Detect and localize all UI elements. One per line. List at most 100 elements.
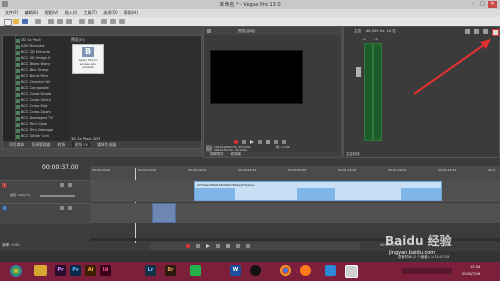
- word-app-icon[interactable]: W: [230, 265, 241, 276]
- fx-item[interactable]: BCC Burnt Film: [21, 74, 48, 79]
- fx-item[interactable]: BCC Blobs Warp: [21, 62, 50, 67]
- preview-settings-icon[interactable]: [207, 29, 211, 33]
- solo-icon[interactable]: [68, 206, 72, 210]
- render-icon[interactable]: [35, 19, 41, 24]
- small-clip[interactable]: [152, 203, 176, 223]
- preview-quality-select[interactable]: 预览(自动): [238, 29, 255, 34]
- play-icon[interactable]: [206, 244, 210, 248]
- bridge-app-icon[interactable]: Br: [165, 265, 176, 276]
- save-icon[interactable]: [22, 19, 28, 24]
- copy-icon[interactable]: [57, 19, 63, 24]
- level-slider[interactable]: [40, 195, 75, 197]
- fx-item[interactable]: BCC Film Damage: [21, 128, 53, 133]
- browser-app-icon[interactable]: [300, 265, 311, 276]
- illustrator-app-icon[interactable]: Ai: [85, 265, 96, 276]
- edit-tool-icon[interactable]: [101, 19, 107, 24]
- pause-icon[interactable]: [216, 244, 220, 248]
- loop-icon[interactable]: [242, 140, 246, 144]
- new-project-icon[interactable]: [4, 19, 12, 26]
- clock-time[interactable]: 12:34: [470, 265, 480, 269]
- pause-icon[interactable]: [258, 140, 262, 144]
- fx-item[interactable]: BCC Cross Dissol: [21, 92, 51, 97]
- explorer-app[interactable]: [34, 265, 47, 276]
- fx-item[interactable]: BCC Blur Sharp: [21, 68, 48, 73]
- menu-edit[interactable]: 编辑(E): [25, 9, 39, 17]
- menu-options[interactable]: 选项(O): [103, 9, 117, 17]
- go-start-icon[interactable]: [274, 140, 278, 144]
- fx-item[interactable]: BCC Checker Wi: [21, 80, 50, 85]
- fx-item[interactable]: 3D Sx Pack: [21, 38, 41, 43]
- stop-icon[interactable]: [226, 244, 230, 248]
- track-lane-2[interactable]: [90, 203, 500, 223]
- paste-icon[interactable]: [66, 19, 72, 24]
- fx-item[interactable]: BCC Cross Zoom: [21, 110, 51, 115]
- undo-icon[interactable]: [79, 19, 85, 24]
- go-end-icon[interactable]: [282, 140, 286, 144]
- ruler[interactable]: 00:00:00;00 00:00:15;00 00:00:29;29 00:0…: [90, 166, 500, 181]
- close-button[interactable]: ✕: [488, 1, 497, 8]
- mixer-menu-icon[interactable]: [492, 29, 499, 36]
- fx-item[interactable]: BCC Glitter Cell: [21, 134, 49, 139]
- record-icon[interactable]: [186, 244, 190, 248]
- app-icon[interactable]: [325, 265, 336, 276]
- premiere-app-icon[interactable]: Pr: [55, 265, 66, 276]
- mixer-layout-icon[interactable]: [465, 29, 470, 34]
- selection-tool-icon[interactable]: [119, 19, 125, 24]
- chrome-app-icon[interactable]: [280, 265, 291, 276]
- menu-view[interactable]: 视图(V): [45, 9, 59, 17]
- track-header-2[interactable]: 2: [0, 203, 90, 224]
- menu-help[interactable]: 帮助(H): [124, 9, 138, 17]
- fx-item[interactable]: BCC Cross Glitch: [21, 98, 51, 103]
- tab-project-media[interactable]: 项目媒体: [9, 142, 24, 147]
- loop-icon[interactable]: [196, 244, 200, 248]
- tab-video-fx[interactable]: 视频 FX: [72, 142, 91, 147]
- fx-item[interactable]: BCC 3D Extrude: [21, 50, 50, 55]
- vegas-app-icon[interactable]: [345, 265, 358, 278]
- mute-icon[interactable]: [60, 206, 64, 210]
- indesign-app-icon[interactable]: Id: [100, 265, 111, 276]
- tab-media-generators[interactable]: 媒体生成器: [97, 142, 116, 147]
- minimize-button[interactable]: –: [468, 1, 477, 8]
- fx-icon: [16, 111, 20, 115]
- tab-trimmer[interactable]: 修剪器: [231, 152, 241, 156]
- track-lane-1[interactable]: 2272aec6f44138cfa6b780aed53e2ecc: [90, 180, 500, 202]
- tab-transitions[interactable]: 转场: [58, 142, 66, 147]
- solo-icon[interactable]: [68, 183, 72, 187]
- track-header-1[interactable]: 1 级别: 100.0 %: [0, 180, 90, 203]
- fx-item[interactable]: AAV Manuals: [21, 44, 44, 49]
- envelope-tool-icon[interactable]: [110, 19, 116, 24]
- start-button[interactable]: [10, 265, 22, 277]
- photoshop-app-icon[interactable]: Ps: [70, 265, 81, 276]
- wechat-app-icon[interactable]: [190, 265, 201, 276]
- stop-icon[interactable]: [266, 140, 270, 144]
- tab-video-preview[interactable]: 视频预览: [210, 152, 224, 156]
- menu-insert[interactable]: 插入(I): [65, 9, 77, 17]
- maximize-button[interactable]: □: [478, 1, 487, 8]
- clock-date[interactable]: 2020/7/16: [462, 272, 480, 276]
- fx-item[interactable]: BCC Cross Mat: [21, 104, 47, 109]
- lightroom-app-icon[interactable]: Lr: [145, 265, 156, 276]
- preset-thumbnail[interactable]: B Apply this to access ALL presets: [72, 44, 104, 74]
- menu-file[interactable]: 文件(F): [5, 9, 18, 17]
- video-clip[interactable]: 2272aec6f44138cfa6b780aed53e2ecc: [194, 181, 442, 201]
- fx-item[interactable]: BCC Composite: [21, 86, 49, 91]
- tab-explorer[interactable]: 资源管理器: [31, 142, 50, 147]
- fx-item[interactable]: BCC Damaged TV: [21, 116, 53, 121]
- menu-tools[interactable]: 工具(T): [83, 9, 97, 17]
- go-end-icon[interactable]: [246, 244, 250, 248]
- fx-item[interactable]: BCC Film Glow: [21, 122, 47, 127]
- redo-icon[interactable]: [88, 19, 94, 24]
- mixer-insert-icon[interactable]: [474, 29, 479, 34]
- open-icon[interactable]: [13, 19, 19, 24]
- fx-list[interactable]: 3D Sx Pack AAV Manuals BCC 3D Extrude BC…: [15, 36, 67, 142]
- record-icon[interactable]: [234, 140, 238, 144]
- mute-icon[interactable]: [60, 183, 64, 187]
- play-icon[interactable]: [250, 140, 254, 144]
- mixer-properties-icon[interactable]: [483, 29, 488, 34]
- fx-item[interactable]: BCC 3D Image S: [21, 56, 50, 61]
- volume-fader[interactable]: [356, 67, 361, 77]
- qq-app-icon[interactable]: [250, 265, 261, 276]
- tray-icons[interactable]: [402, 268, 452, 274]
- go-start-icon[interactable]: [236, 244, 240, 248]
- cut-icon[interactable]: [48, 19, 54, 24]
